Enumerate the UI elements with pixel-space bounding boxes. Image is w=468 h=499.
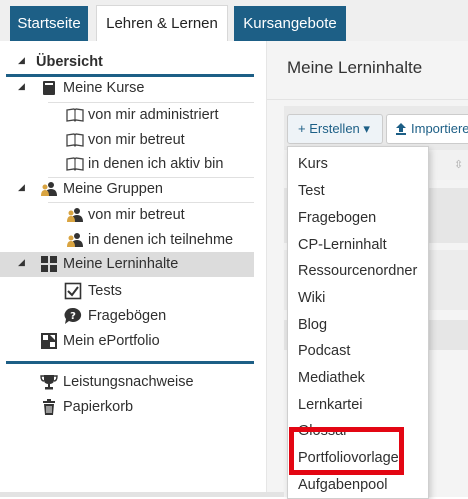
trophy-icon xyxy=(40,375,58,390)
sidebar-item-label: in denen ich teilnehme xyxy=(88,232,234,248)
sidebar-item-mein-eportfolio[interactable]: Mein ePortfolio xyxy=(0,329,260,354)
group-icon xyxy=(67,233,83,247)
import-button[interactable]: Importieren xyxy=(386,114,468,144)
sidebar-item-label: Tests xyxy=(88,283,122,299)
sidebar-item-gruppen-betreut[interactable]: von mir betreut xyxy=(0,203,260,228)
menu-item-podcast[interactable]: Podcast xyxy=(298,343,350,359)
sort-icon[interactable]: ⇳ xyxy=(454,158,463,171)
sidebar-item-tests[interactable]: Tests xyxy=(0,279,260,304)
open-book-icon xyxy=(66,157,84,171)
page-title: Meine Lerninhalte xyxy=(287,58,423,77)
menu-item-blog[interactable]: Blog xyxy=(298,317,327,333)
portfolio-icon xyxy=(41,333,57,349)
sidebar-item-kurse-administriert[interactable]: von mir administriert xyxy=(0,103,260,128)
sidebar-item-label: Übersicht xyxy=(36,54,103,70)
collapse-arrow-icon[interactable]: ◢ xyxy=(18,55,25,66)
upload-icon xyxy=(396,123,406,135)
menu-item-kurs[interactable]: Kurs xyxy=(298,156,328,172)
menu-item-lernkartei[interactable]: Lernkartei xyxy=(298,397,362,413)
open-book-icon xyxy=(66,108,84,122)
question-bubble-icon: ? xyxy=(64,307,82,324)
menu-item-mediathek[interactable]: Mediathek xyxy=(298,370,365,386)
import-button-label: Importieren xyxy=(411,121,468,136)
sidebar-divider xyxy=(6,361,254,364)
trash-icon xyxy=(43,399,55,415)
sidebar-item-meine-gruppen[interactable]: ◢ Meine Gruppen xyxy=(0,177,260,202)
collapse-arrow-icon[interactable]: ◢ xyxy=(18,182,25,193)
menu-item-cp-lerninhalt[interactable]: CP-Lerninhalt xyxy=(298,237,387,253)
book-icon xyxy=(43,81,55,95)
sidebar-item-label: Meine Kurse xyxy=(63,80,145,96)
footer-strip xyxy=(0,492,284,497)
create-button-label: + Erstellen ▾ xyxy=(298,121,370,136)
tab-lehren-lernen[interactable]: Lehren & Lernen xyxy=(96,5,228,43)
sidebar-item-label: von mir betreut xyxy=(88,207,185,223)
sidebar-item-label: Leistungsnachweise xyxy=(63,374,194,390)
highlight-frame xyxy=(289,427,404,475)
sidebar-item-papierkorb[interactable]: Papierkorb xyxy=(0,395,260,420)
tab-startseite[interactable]: Startseite xyxy=(10,6,88,41)
sidebar-item-gruppen-teilnehme[interactable]: in denen ich teilnehme xyxy=(0,228,260,253)
svg-text:?: ? xyxy=(70,311,76,322)
menu-item-wiki[interactable]: Wiki xyxy=(298,290,325,306)
menu-item-aufgabenpool[interactable]: Aufgabenpool xyxy=(298,477,388,493)
tab-kursangebote[interactable]: Kursangebote xyxy=(234,6,346,41)
open-book-icon xyxy=(66,133,84,147)
group-icon xyxy=(41,182,57,196)
create-button[interactable]: + Erstellen ▾ xyxy=(287,114,383,144)
sidebar-item-meine-lerninhalte[interactable]: ◢ Meine Lerninhalte xyxy=(0,252,254,277)
sidebar-item-label: von mir betreut xyxy=(88,132,185,148)
sidebar-item-label: Meine Lerninhalte xyxy=(63,256,179,272)
collapse-arrow-icon[interactable]: ◢ xyxy=(18,257,25,268)
sidebar-item-label: in denen ich aktiv bin xyxy=(88,156,224,172)
checkbox-icon xyxy=(64,282,82,300)
menu-item-fragebogen[interactable]: Fragebogen xyxy=(298,210,376,226)
sidebar-item-meine-kurse[interactable]: ◢ Meine Kurse xyxy=(0,76,260,101)
top-tab-bar: Startseite Lehren & Lernen Kursangebote xyxy=(0,0,468,43)
sidebar-item-leistungsnachweise[interactable]: Leistungsnachweise xyxy=(0,370,260,395)
menu-item-ressourcenordner[interactable]: Ressourcenordner xyxy=(298,263,417,279)
sidebar: ◢ Übersicht ◢ Meine Kurse von mir admini… xyxy=(0,41,267,497)
grid-icon xyxy=(41,256,57,272)
group-icon xyxy=(67,208,83,222)
sidebar-item-kurse-betreut[interactable]: von mir betreut xyxy=(0,128,260,153)
sidebar-item-kurse-aktiv[interactable]: in denen ich aktiv bin xyxy=(0,152,260,177)
sidebar-item-frageboegen[interactable]: ? Fragebögen xyxy=(0,304,260,329)
menu-item-test[interactable]: Test xyxy=(298,183,325,199)
sidebar-item-label: Meine Gruppen xyxy=(63,181,163,197)
sidebar-item-uebersicht[interactable]: ◢ Übersicht xyxy=(0,50,260,75)
sidebar-item-label: Fragebögen xyxy=(88,308,167,324)
title-divider xyxy=(267,99,468,100)
sidebar-item-label: Mein ePortfolio xyxy=(63,333,160,349)
sidebar-item-label: Papierkorb xyxy=(63,399,134,415)
collapse-arrow-icon[interactable]: ◢ xyxy=(18,81,25,92)
sidebar-item-label: von mir administriert xyxy=(88,107,219,123)
